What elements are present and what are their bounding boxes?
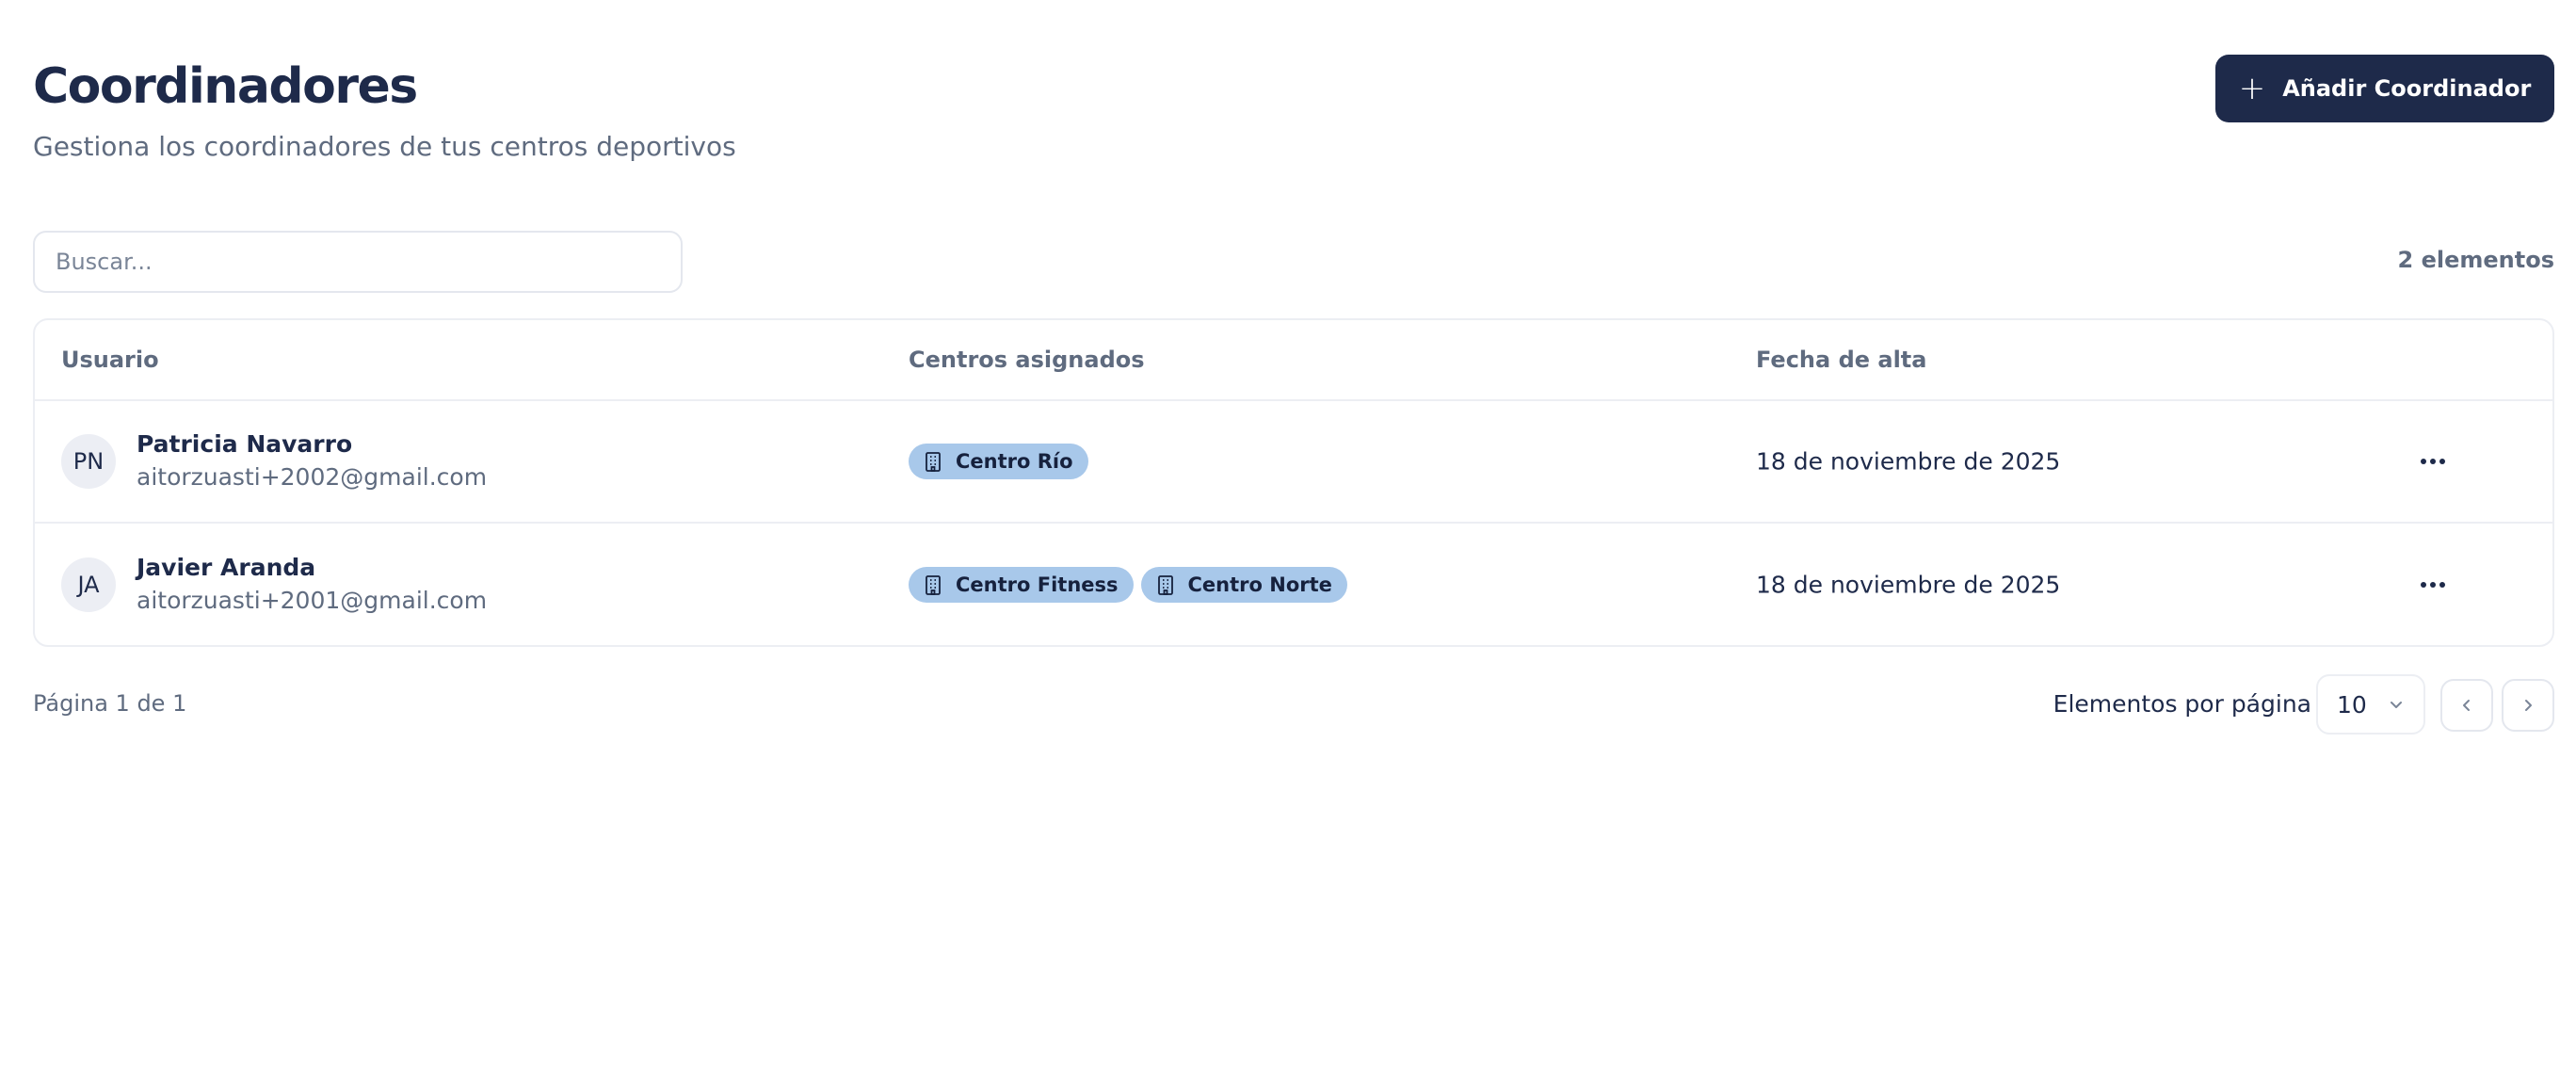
add-coordinator-button[interactable]: + Añadir Coordinador (2215, 55, 2554, 122)
page-info: Página 1 de 1 (33, 690, 187, 717)
center-chip-label: Centro Fitness (956, 573, 1119, 596)
user-email: aitorzuasti+2002@gmail.com (137, 463, 488, 491)
add-coordinator-label: Añadir Coordinador (2282, 75, 2532, 102)
next-page-button[interactable] (2502, 679, 2554, 732)
building-icon (926, 452, 941, 472)
date-cell: 18 de noviembre de 2025 (1756, 571, 2061, 599)
center-chip: Centro Norte (1140, 567, 1347, 603)
actions-cell (2368, 566, 2455, 604)
chevron-down-icon (2391, 702, 2402, 708)
plus-icon: + (2238, 70, 2266, 107)
avatar: JA (61, 557, 116, 612)
table-row[interactable]: PN Patricia Navarro aitorzuasti+2002@gma… (35, 401, 2552, 524)
center-chip-label: Centro Río (956, 450, 1073, 473)
more-horizontal-icon[interactable] (2411, 443, 2455, 480)
column-header-date[interactable]: Fecha de alta (1756, 347, 1926, 373)
date-cell: 18 de noviembre de 2025 (1756, 447, 2061, 476)
chevron-left-icon (2463, 700, 2470, 711)
avatar: PN (61, 434, 116, 489)
coordinators-table: Usuario Centros asignados Fecha de alta … (33, 318, 2554, 647)
per-page-label: Elementos por página (2053, 690, 2311, 718)
per-page-select[interactable]: 10 (2316, 674, 2425, 735)
column-header-centers[interactable]: Centros asignados (909, 347, 1145, 373)
page-subtitle: Gestiona los coordinadores de tus centro… (33, 131, 736, 162)
page-title: Coordinadores (33, 58, 418, 115)
more-horizontal-icon[interactable] (2411, 566, 2455, 604)
column-header-user[interactable]: Usuario (61, 347, 159, 373)
user-cell: JA Javier Aranda aitorzuasti+2001@gmail.… (61, 552, 487, 618)
user-info: Javier Aranda aitorzuasti+2001@gmail.com (137, 552, 487, 618)
item-count: 2 elementos (2397, 247, 2554, 273)
center-chip: Centro Fitness (909, 567, 1134, 603)
user-cell: PN Patricia Navarro aitorzuasti+2002@gma… (61, 428, 487, 494)
chevron-right-icon (2525, 700, 2532, 711)
building-icon (926, 575, 941, 595)
user-email: aitorzuasti+2001@gmail.com (137, 587, 488, 614)
centers-cell: Centro Río (909, 444, 1088, 479)
user-name: Javier Aranda (137, 554, 316, 581)
actions-cell (2368, 443, 2455, 480)
centers-cell: Centro Fitness Centro Norte (909, 567, 1347, 603)
table-row[interactable]: JA Javier Aranda aitorzuasti+2001@gmail.… (35, 524, 2552, 645)
per-page-value: 10 (2337, 690, 2367, 719)
center-chip-label: Centro Norte (1187, 573, 1332, 596)
search-input[interactable] (33, 231, 683, 293)
page-header: Coordinadores Gestiona los coordinadores… (33, 55, 736, 164)
building-icon (1157, 575, 1173, 595)
user-name: Patricia Navarro (137, 430, 353, 458)
center-chip: Centro Río (909, 444, 1088, 479)
user-info: Patricia Navarro aitorzuasti+2002@gmail.… (137, 428, 487, 494)
previous-page-button[interactable] (2440, 679, 2493, 732)
table-header: Usuario Centros asignados Fecha de alta (35, 320, 2552, 401)
